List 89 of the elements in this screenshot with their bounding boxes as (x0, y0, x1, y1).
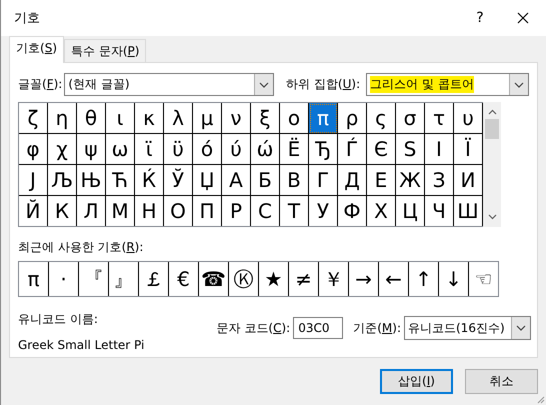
symbol-cell[interactable]: θ (77, 103, 106, 134)
symbol-cell[interactable]: ϋ (164, 134, 193, 165)
symbol-cell[interactable]: Н (135, 196, 164, 226)
symbol-cell[interactable]: χ (48, 134, 77, 165)
symbol-cell[interactable]: М (106, 196, 135, 226)
recent-symbols-label: 최근에 사용한 기호(R): (18, 239, 144, 256)
subset-dropdown[interactable]: 그리스어 및 콥트어 (366, 73, 529, 96)
symbol-cell[interactable]: ψ (77, 134, 106, 165)
symbol-cell[interactable]: З (425, 165, 454, 196)
field-label: 하위 집합(U): (286, 76, 360, 93)
symbol-cell[interactable]: π (309, 103, 338, 134)
symbol-cell[interactable]: Р (222, 196, 251, 226)
chevron-down-icon (516, 325, 526, 331)
symbol-cell[interactable]: ξ (251, 103, 280, 134)
symbol-cell[interactable]: В (280, 165, 309, 196)
symbol-cell[interactable]: μ (193, 103, 222, 134)
symbol-cell[interactable]: ς (367, 103, 396, 134)
symbol-cell[interactable]: А (222, 165, 251, 196)
symbol-cell[interactable]: ν (222, 103, 251, 134)
symbol-cell[interactable]: Г (309, 165, 338, 196)
symbol-cell[interactable]: ύ (222, 134, 251, 165)
dialog-button[interactable]: 삽입(I) (380, 369, 453, 394)
scroll-thumb[interactable] (485, 119, 499, 139)
symbol-cell[interactable]: ρ (338, 103, 367, 134)
dropdown-value: 유니코드(16진수) (407, 320, 506, 336)
symbol-cell[interactable]: І (425, 134, 454, 165)
char-code-field[interactable]: 03C0 (293, 317, 344, 339)
symbol-cell[interactable]: Ф (338, 196, 367, 226)
symbol-cell[interactable]: Џ (193, 165, 222, 196)
symbol-cell[interactable]: Ѓ (338, 134, 367, 165)
symbol-cell[interactable]: Ц (396, 196, 425, 226)
symbol-cell[interactable]: Ѕ (396, 134, 425, 165)
symbol-cell[interactable]: У (309, 196, 338, 226)
symbol-cell[interactable]: ώ (251, 134, 280, 165)
scrollbar[interactable] (483, 102, 501, 227)
unicode-name-label: 유니코드 이름: (18, 311, 99, 328)
dialog-button[interactable]: 취소 (465, 369, 538, 394)
chevron-down-icon (259, 82, 270, 88)
scroll-down-icon[interactable] (488, 214, 496, 220)
symbol-cell[interactable]: Ћ (106, 165, 135, 196)
symbol-cell[interactable]: Д (338, 165, 367, 196)
symbol-cell[interactable]: К (48, 196, 77, 226)
dropdown-value: (현재 글꼴) (67, 76, 131, 93)
symbol-cell[interactable]: ω (106, 134, 135, 165)
symbol-cell[interactable]: Е (367, 165, 396, 196)
symbol-cell[interactable]: Љ (48, 165, 77, 196)
symbol-cell[interactable]: ϊ (135, 134, 164, 165)
basis-dropdown[interactable]: 유니코드(16진수) (404, 316, 531, 340)
symbol-cell[interactable]: Ж (396, 165, 425, 196)
symbol-cell[interactable]: ζ (19, 103, 48, 134)
symbol-cell[interactable]: Х (367, 196, 396, 226)
symbol-cell[interactable]: Й (19, 196, 48, 226)
symbol-cell[interactable]: κ (135, 103, 164, 134)
symbol-cell[interactable]: Т (280, 196, 309, 226)
symbol-cell[interactable]: σ (396, 103, 425, 134)
tab[interactable]: 특수 문자(P) (64, 39, 146, 62)
symbol-cell[interactable]: О (164, 196, 193, 226)
help-button[interactable]: ? (460, 10, 500, 26)
font-dropdown[interactable]: (현재 글꼴) (64, 73, 274, 96)
symbol-cell[interactable]: Ў (164, 165, 193, 196)
dropdown-value: 그리스어 및 콥트어 (370, 76, 474, 93)
symbol-cell[interactable]: Є (367, 134, 396, 165)
window-title: 기호 (14, 10, 41, 27)
symbol-cell[interactable]: Њ (77, 165, 106, 196)
symbol-cell[interactable]: Ч (425, 196, 454, 226)
field-label: 기준(M): (353, 320, 401, 336)
symbol-cell[interactable]: Л (77, 196, 106, 226)
unicode-name: Greek Small Letter Pi (18, 338, 146, 352)
symbol-cell[interactable]: ι (106, 103, 135, 134)
symbol-cell[interactable]: λ (164, 103, 193, 134)
chevron-down-icon (514, 82, 524, 88)
field-label: 문자 코드(C): (216, 320, 290, 336)
symbol-cell[interactable]: С (251, 196, 280, 226)
tab[interactable]: 기호(S) (9, 36, 64, 63)
resize-grip-icon[interactable] (535, 394, 545, 404)
scroll-up-icon[interactable] (488, 109, 496, 115)
close-icon[interactable] (517, 12, 529, 24)
symbol-cell[interactable]: η (48, 103, 77, 134)
symbol-cell[interactable]: Ё (280, 134, 309, 165)
symbol-cell[interactable]: Ј (19, 165, 48, 196)
recent-symbol[interactable]: ☜ (469, 262, 498, 296)
symbol-cell[interactable]: ό (193, 134, 222, 165)
symbol-cell[interactable]: Б (251, 165, 280, 196)
symbol-cell[interactable]: Ќ (135, 165, 164, 196)
symbol-cell[interactable]: П (193, 196, 222, 226)
symbol-cell[interactable]: τ (425, 103, 454, 134)
symbol-cell[interactable]: Ђ (309, 134, 338, 165)
field-label: 글꼴(F): (18, 76, 62, 93)
symbol-cell[interactable]: φ (19, 134, 48, 165)
